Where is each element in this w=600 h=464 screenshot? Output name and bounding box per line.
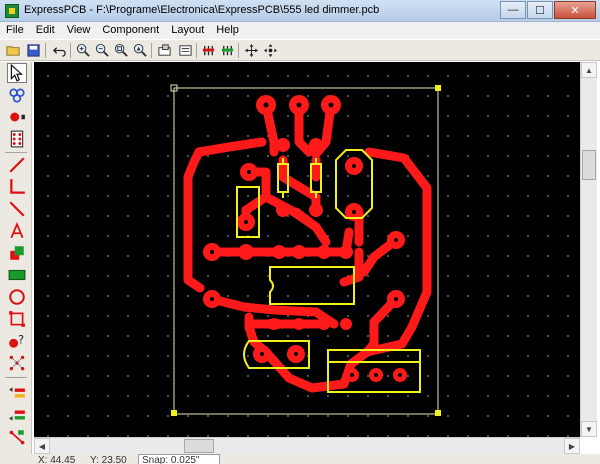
pad-icon[interactable]	[7, 107, 27, 127]
horizontal-scroll-thumb[interactable]	[184, 439, 214, 453]
zoom-selection-icon[interactable]	[131, 42, 149, 59]
vertical-scroll-thumb[interactable]	[582, 150, 596, 180]
square-pad	[269, 319, 279, 329]
text-icon[interactable]	[7, 221, 27, 241]
layer-both-icon[interactable]	[7, 427, 27, 447]
horizontal-scrollbar[interactable]: ◀ ▶	[34, 437, 580, 454]
menu-bar: File Edit View Component Layout Help	[0, 22, 600, 39]
main-toolbar	[0, 39, 600, 61]
pan-icon[interactable]	[242, 42, 260, 59]
bend-icon[interactable]	[7, 177, 27, 197]
pcb-canvas[interactable]	[34, 62, 580, 437]
scroll-right-icon[interactable]: ▶	[564, 438, 580, 454]
scroll-left-icon[interactable]: ◀	[34, 438, 50, 454]
title-bar: ExpressPCB - F:\Programe\Electronica\Exp…	[0, 0, 600, 22]
scroll-down-icon[interactable]: ▼	[581, 421, 597, 437]
pointer-icon[interactable]	[7, 63, 27, 83]
snap-grid-select[interactable]: Snap: 0.025"	[138, 454, 220, 464]
layer-bottom-icon[interactable]	[7, 405, 27, 425]
circle-icon[interactable]	[7, 287, 27, 307]
menu-view[interactable]: View	[61, 22, 97, 39]
maximize-button[interactable]: ☐	[527, 1, 553, 19]
trace-icon[interactable]	[7, 155, 27, 175]
left-tool-palette: ?	[0, 62, 32, 454]
menu-component[interactable]: Component	[96, 22, 165, 39]
y-coordinate-readout: Y: 23.50	[90, 455, 127, 464]
maximize-icon: ☐	[535, 4, 545, 17]
zoom-out-icon[interactable]	[93, 42, 111, 59]
undo-icon[interactable]	[50, 42, 68, 59]
menu-layout[interactable]: Layout	[165, 22, 210, 39]
menu-help[interactable]: Help	[210, 22, 245, 39]
bottom-layer-icon[interactable]	[218, 42, 236, 59]
menu-file[interactable]: File	[0, 22, 30, 39]
component-icon[interactable]	[7, 129, 27, 149]
app-icon	[5, 4, 19, 18]
layer-select-icon[interactable]	[176, 42, 194, 59]
board-corner-handle[interactable]	[171, 410, 177, 416]
netlist-icon[interactable]	[7, 353, 27, 373]
svg-text:?: ?	[18, 333, 24, 346]
close-icon: ✕	[570, 4, 580, 17]
copy-icon[interactable]	[7, 243, 27, 263]
board-corner-handle[interactable]	[435, 410, 441, 416]
close-button[interactable]: ✕	[554, 1, 596, 19]
zoom-in-icon[interactable]	[74, 42, 92, 59]
pcb-layout-drawing	[170, 84, 441, 416]
board-corner-handle[interactable]	[435, 85, 441, 91]
zoom-fit-icon[interactable]	[112, 42, 130, 59]
minimize-icon: —	[507, 4, 519, 16]
help-pointer-icon[interactable]: ?	[7, 331, 27, 351]
scroll-up-icon[interactable]: ▲	[581, 62, 597, 78]
window-title: ExpressPCB - F:\Programe\Electronica\Exp…	[24, 4, 380, 16]
top-layer-icon[interactable]	[199, 42, 217, 59]
vertical-scrollbar[interactable]: ▲ ▼	[580, 62, 597, 437]
board-outline-icon[interactable]	[7, 309, 27, 329]
zoom-tool-icon[interactable]	[7, 85, 27, 105]
component-properties-icon[interactable]	[155, 42, 173, 59]
move-icon[interactable]	[261, 42, 279, 59]
line-icon[interactable]	[7, 199, 27, 219]
open-folder-icon[interactable]	[4, 42, 22, 59]
x-coordinate-readout: X: 44.45	[38, 455, 76, 464]
minimize-button[interactable]: —	[500, 1, 526, 19]
window-controls: — ☐ ✕	[499, 1, 596, 19]
save-disk-icon[interactable]	[24, 42, 42, 59]
status-bar: X: 44.45 Y: 23.50 Snap: 0.025"	[0, 454, 600, 464]
layer-top-icon[interactable]	[7, 383, 27, 403]
rectangle-fill-icon[interactable]	[7, 265, 27, 285]
menu-edit[interactable]: Edit	[30, 22, 61, 39]
